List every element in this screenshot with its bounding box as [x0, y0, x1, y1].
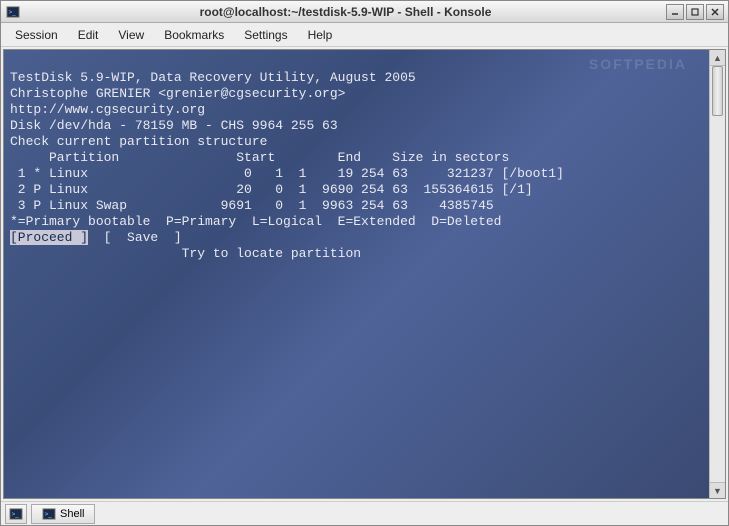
menu-edit[interactable]: Edit — [70, 25, 107, 45]
term-diskline: Disk /dev/hda - 78159 MB - CHS 9964 255 … — [10, 118, 703, 134]
terminal-wrapper: SOFTPEDIATestDisk 5.9-WIP, Data Recovery… — [3, 49, 726, 499]
term-tableheader: Partition Start End Size in sectors — [10, 150, 703, 166]
menu-session[interactable]: Session — [7, 25, 66, 45]
app-window: >_ root@localhost:~/testdisk-5.9-WIP - S… — [0, 0, 729, 526]
svg-text:>_: >_ — [12, 510, 20, 517]
svg-text:>_: >_ — [9, 8, 17, 15]
new-tab-button[interactable]: >_ — [5, 504, 27, 524]
term-hint: Try to locate partition — [10, 246, 703, 262]
term-header2: Christophe GRENIER <grenier@cgsecurity.o… — [10, 86, 703, 102]
tab-label: Shell — [60, 508, 84, 520]
close-button[interactable] — [706, 4, 724, 20]
action-row: [Proceed ] [ Save ] — [10, 230, 703, 246]
term-checkline: Check current partition structure — [10, 134, 703, 150]
menubar: Session Edit View Bookmarks Settings Hel… — [1, 23, 728, 47]
minimize-button[interactable] — [666, 4, 684, 20]
terminal-output[interactable]: SOFTPEDIATestDisk 5.9-WIP, Data Recovery… — [4, 50, 709, 498]
save-button[interactable]: [ Save ] — [88, 230, 182, 245]
menu-help[interactable]: Help — [300, 25, 341, 45]
partition-row-2: 2 P Linux 20 0 1 9690 254 63 155364615 [… — [10, 182, 703, 198]
svg-text:>_: >_ — [45, 510, 53, 517]
window-title: root@localhost:~/testdisk-5.9-WIP - Shel… — [25, 5, 666, 19]
scrollbar-thumb[interactable] — [712, 66, 723, 116]
titlebar[interactable]: >_ root@localhost:~/testdisk-5.9-WIP - S… — [1, 1, 728, 23]
term-header3: http://www.cgsecurity.org — [10, 102, 703, 118]
menu-bookmarks[interactable]: Bookmarks — [156, 25, 232, 45]
maximize-button[interactable] — [686, 4, 704, 20]
partition-row-3: 3 P Linux Swap 9691 0 1 9963 254 63 4385… — [10, 198, 703, 214]
partition-row-1: 1 * Linux 0 1 1 19 254 63 321237 [/boot1… — [10, 166, 703, 182]
vertical-scrollbar[interactable]: ▲ ▼ — [709, 50, 725, 498]
term-legend: *=Primary bootable P=Primary L=Logical E… — [10, 214, 703, 230]
scroll-down-arrow[interactable]: ▼ — [710, 482, 725, 498]
statusbar: >_ >_ Shell — [1, 501, 728, 525]
app-icon: >_ — [5, 4, 21, 20]
menu-view[interactable]: View — [110, 25, 152, 45]
tab-shell[interactable]: >_ Shell — [31, 504, 95, 524]
scroll-up-arrow[interactable]: ▲ — [710, 50, 725, 66]
terminal-icon: >_ — [42, 507, 56, 521]
terminal-container: SOFTPEDIATestDisk 5.9-WIP, Data Recovery… — [1, 47, 728, 501]
menu-settings[interactable]: Settings — [236, 25, 295, 45]
proceed-button[interactable]: [Proceed ] — [10, 230, 88, 245]
window-controls — [666, 4, 724, 20]
term-header1: TestDisk 5.9-WIP, Data Recovery Utility,… — [10, 70, 703, 86]
